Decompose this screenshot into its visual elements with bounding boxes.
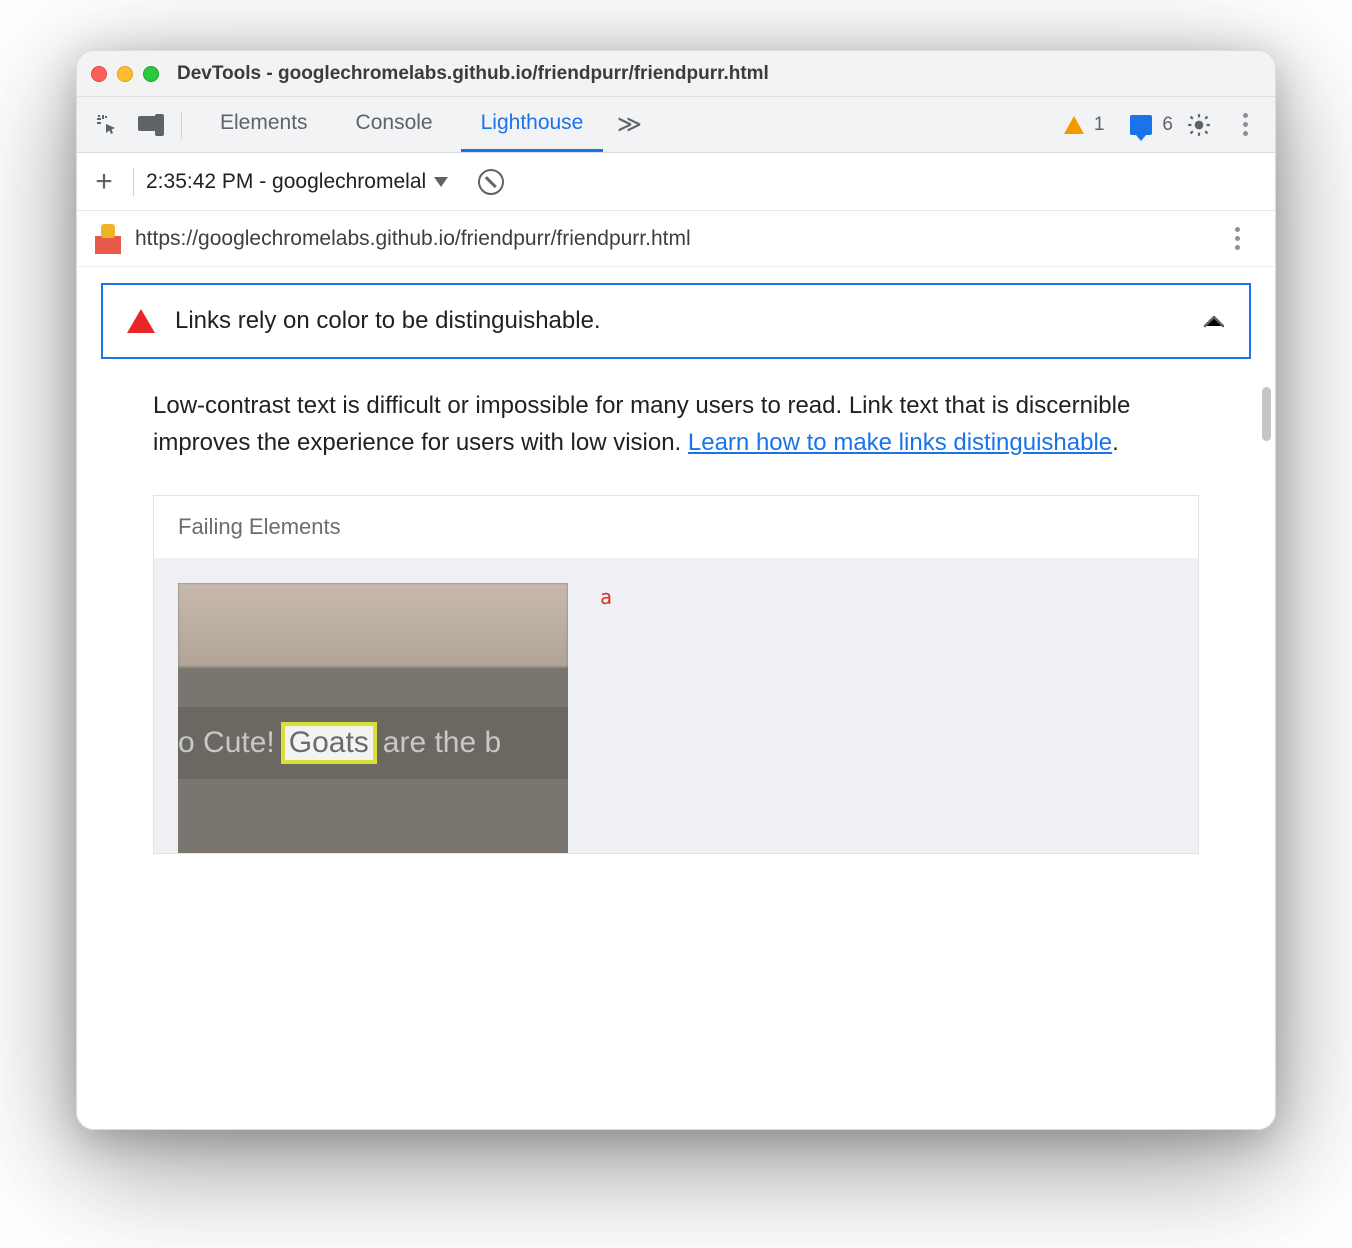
scrollbar-thumb[interactable] <box>1262 387 1271 441</box>
divider <box>133 168 134 196</box>
divider <box>181 111 182 139</box>
window-title: DevTools - googlechromelabs.github.io/fr… <box>177 63 769 85</box>
learn-more-link[interactable]: Learn how to make links distinguishable <box>688 429 1112 456</box>
highlighted-element: Goats <box>281 722 377 764</box>
new-report-button[interactable]: + <box>87 165 121 199</box>
report-menu-icon[interactable] <box>1217 219 1257 259</box>
lighthouse-icon <box>95 224 121 254</box>
element-screenshot[interactable]: So Cute! Goats are the b <box>178 583 568 853</box>
inspect-element-icon[interactable] <box>87 105 127 145</box>
device-toolbar-icon[interactable] <box>131 105 171 145</box>
tab-label: Console <box>356 111 433 135</box>
settings-gear-icon[interactable] <box>1179 105 1219 145</box>
element-tag-name[interactable]: a <box>600 583 612 609</box>
failing-elements-panel: Failing Elements So Cute! Goats are the … <box>153 495 1199 854</box>
devtools-window: DevTools - googlechromelabs.github.io/fr… <box>76 50 1276 1130</box>
message-count: 6 <box>1162 114 1173 136</box>
audit-desc-text: . <box>1112 429 1119 456</box>
dropdown-icon <box>434 177 448 187</box>
window-controls <box>91 66 159 82</box>
tab-lighthouse[interactable]: Lighthouse <box>461 97 604 152</box>
tab-console[interactable]: Console <box>336 97 453 152</box>
report-select-label: 2:35:42 PM - googlechromelal <box>146 170 426 194</box>
fail-triangle-icon <box>127 309 155 333</box>
report-url: https://googlechromelabs.github.io/frien… <box>135 227 1203 251</box>
tab-label: Lighthouse <box>481 111 584 135</box>
screenshot-text: are the b <box>383 726 501 760</box>
failing-elements-heading: Failing Elements <box>154 496 1198 559</box>
tab-label: Elements <box>220 111 308 135</box>
report-content: Links rely on color to be distinguishabl… <box>77 267 1275 1129</box>
more-menu-icon[interactable] <box>1225 105 1265 145</box>
clear-report-icon[interactable] <box>478 169 504 195</box>
window-titlebar: DevTools - googlechromelabs.github.io/fr… <box>77 51 1275 97</box>
message-icon <box>1130 115 1152 135</box>
audit-title: Links rely on color to be distinguishabl… <box>175 307 1183 335</box>
report-select[interactable]: 2:35:42 PM - googlechromelal <box>146 170 448 194</box>
devtools-tabstrip: Elements Console Lighthouse ≫ 1 6 <box>77 97 1275 153</box>
warning-count: 1 <box>1094 114 1105 136</box>
audit-item[interactable]: Links rely on color to be distinguishabl… <box>101 283 1251 359</box>
zoom-window-button[interactable] <box>143 66 159 82</box>
screenshot-text: So Cute! <box>178 726 275 760</box>
audit-description: Low-contrast text is difficult or imposs… <box>153 387 1199 461</box>
more-tabs-button[interactable]: ≫ <box>609 105 649 145</box>
tab-elements[interactable]: Elements <box>200 97 328 152</box>
minimize-window-button[interactable] <box>117 66 133 82</box>
warning-icon <box>1064 116 1084 134</box>
report-url-row: https://googlechromelabs.github.io/frien… <box>77 211 1275 267</box>
issues-status[interactable]: 1 6 <box>1064 114 1173 136</box>
lighthouse-toolbar: + 2:35:42 PM - googlechromelal <box>77 153 1275 211</box>
chevron-up-icon[interactable] <box>1203 314 1225 328</box>
close-window-button[interactable] <box>91 66 107 82</box>
overflow-glyph: ≫ <box>617 110 642 139</box>
